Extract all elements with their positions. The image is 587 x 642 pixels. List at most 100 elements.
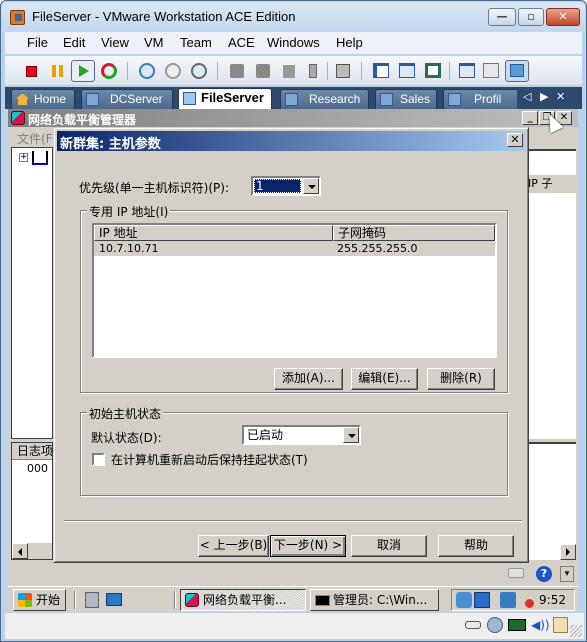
tab-scroll-right-icon[interactable]: ▶ [540,90,548,103]
quick-switch-button[interactable] [423,61,443,81]
log-pane-right [528,442,576,560]
retain-suspended-label[interactable]: 在计算机重新启动后保持挂起状态(T) [111,451,308,468]
network-connection-icon[interactable] [500,592,516,608]
help-button[interactable]: 帮助 [438,535,514,557]
help-icon[interactable]: ? [536,566,552,582]
nlb-menu-file[interactable]: 文件(F [17,130,53,148]
add-vm-button[interactable] [279,61,299,81]
title-bar[interactable]: FileServer - VMware Workstation ACE Edit… [2,2,585,32]
keyboard-icon [508,568,524,578]
tab-dcserver[interactable]: DCServer [81,89,173,109]
menu-team[interactable]: Team [180,35,212,50]
log-pane[interactable]: 日志项 000 [11,442,53,560]
tree-expand-icon[interactable]: + [19,153,28,162]
dialog-title: 新群集: 主机参数 [60,137,161,152]
chevron-down-icon[interactable] [343,427,359,443]
server-manager-quicklaunch-icon[interactable] [85,592,99,608]
suspend-button[interactable] [47,61,67,81]
default-state-select[interactable]: 已启动 [242,425,361,445]
next-button[interactable]: 下一步(N) > [270,535,346,557]
log-horizontal-scrollbar[interactable] [12,543,52,559]
full-screen-button[interactable] [397,61,417,81]
status-menu-icon[interactable]: ▾ [560,566,574,582]
maximize-button[interactable]: ▫ [518,8,544,26]
nlb-minimize-button[interactable]: _ [522,111,538,125]
capture-button[interactable] [333,61,353,81]
host-list-pane[interactable]: IP 子 [528,149,576,439]
priority-select[interactable]: 1 [251,176,321,196]
guest-screen[interactable]: 网络负载平衡管理器 _ ❐ ✕ 文件(F + IP 子 日志项 000 新群集:… [8,109,578,586]
dedicated-ip-group-label: 专用 IP 地址(I) [87,203,171,220]
back-button[interactable]: < 上一步(B) [198,535,269,557]
appliance-view-button[interactable] [505,60,529,82]
message-icon[interactable] [553,617,568,633]
minimize-button[interactable]: — [488,8,516,26]
close-button[interactable]: ✕ [546,8,580,26]
power-off-button[interactable] [21,61,41,81]
cdrom-disconnected-icon[interactable] [487,617,503,633]
tab-profil[interactable]: Profil [443,89,517,109]
tab-label: Sales [400,92,431,106]
retain-suspended-checkbox[interactable] [92,453,105,466]
network-manager-icon[interactable] [456,592,472,608]
reset-button[interactable] [99,61,119,81]
reset-icon [101,63,117,79]
dialog-titlebar[interactable]: 新群集: 主机参数 ✕ [57,131,525,152]
tab-sales[interactable]: Sales [375,89,437,109]
menu-vm[interactable]: VM [144,35,164,50]
add-button[interactable]: 添加(A)... [274,368,343,390]
sound-icon[interactable]: ◀)) [531,618,550,632]
resize-grip-icon[interactable] [570,625,582,637]
tab-scroll-left-icon[interactable]: ◁ [523,90,531,103]
dialog-close-button[interactable]: ✕ [507,133,523,147]
sidebar-button[interactable] [371,61,391,81]
add-usb-button[interactable] [303,61,323,81]
scroll-left-icon[interactable] [12,543,28,559]
team-power-on-button[interactable] [227,61,247,81]
tab-label: DCServer [110,92,163,106]
table-row[interactable]: 10.7.10.71 255.255.255.0 [94,241,495,256]
tab-close-icon[interactable]: ✕ [556,90,565,103]
remove-button[interactable]: 删除(R) [427,368,495,390]
take-snapshot-button[interactable] [137,61,157,81]
taskbar-cmd-window[interactable]: 管理员: C:\Win... [310,589,439,611]
tab-fileserver[interactable]: FileServer [178,88,272,109]
hard-disk-icon[interactable] [465,621,481,629]
column-header-subnet[interactable]: 子网掩码 [333,225,495,241]
menu-file[interactable]: File [27,35,48,50]
snapshot-manager-button[interactable] [189,61,209,81]
start-button[interactable]: 开始 [13,589,66,611]
menu-edit[interactable]: Edit [63,35,85,50]
revert-snapshot-button[interactable] [163,61,183,81]
snapshot-take-icon [139,63,155,79]
tab-home[interactable]: Home [11,89,75,109]
edit-button[interactable]: 编辑(E)... [351,368,418,390]
tab-label: Home [34,92,67,106]
vmware-tools-icon[interactable] [474,592,490,608]
chevron-down-icon[interactable] [303,178,319,194]
menu-ace[interactable]: ACE [228,35,255,50]
task-label: 网络负载平衡... [203,593,287,607]
cancel-button[interactable]: 取消 [351,535,427,557]
ip-address-list[interactable]: IP 地址 子网掩码 10.7.10.71 255.255.255.0 [92,223,497,358]
show-desktop-quicklaunch-icon[interactable] [106,593,122,606]
taskbar-nlb-manager[interactable]: 网络负载平衡... [180,589,306,611]
column-header-ip[interactable]: IP 地址 [94,225,333,241]
clock[interactable]: 9:52 [539,593,566,607]
cluster-tree-pane[interactable]: + [11,147,53,439]
tab-research[interactable]: Research [280,89,369,109]
menu-view[interactable]: View [101,35,129,50]
summary-button[interactable] [457,61,477,81]
toolbar-separator [449,62,450,80]
team-power-off-button[interactable] [253,61,273,81]
power-on-button[interactable] [71,60,95,82]
console-button[interactable] [481,61,501,81]
scroll-right-icon[interactable] [560,544,576,560]
volume-muted-icon[interactable] [518,592,534,608]
cluster-icon [32,151,48,165]
network-icon[interactable] [508,619,526,631]
menu-windows[interactable]: Windows [267,35,320,50]
nlb-manager-title: 网络负载平衡管理器 [28,113,137,127]
menu-help[interactable]: Help [336,35,363,50]
nlb-manager-titlebar[interactable]: 网络负载平衡管理器 _ ❐ ✕ [8,109,578,127]
